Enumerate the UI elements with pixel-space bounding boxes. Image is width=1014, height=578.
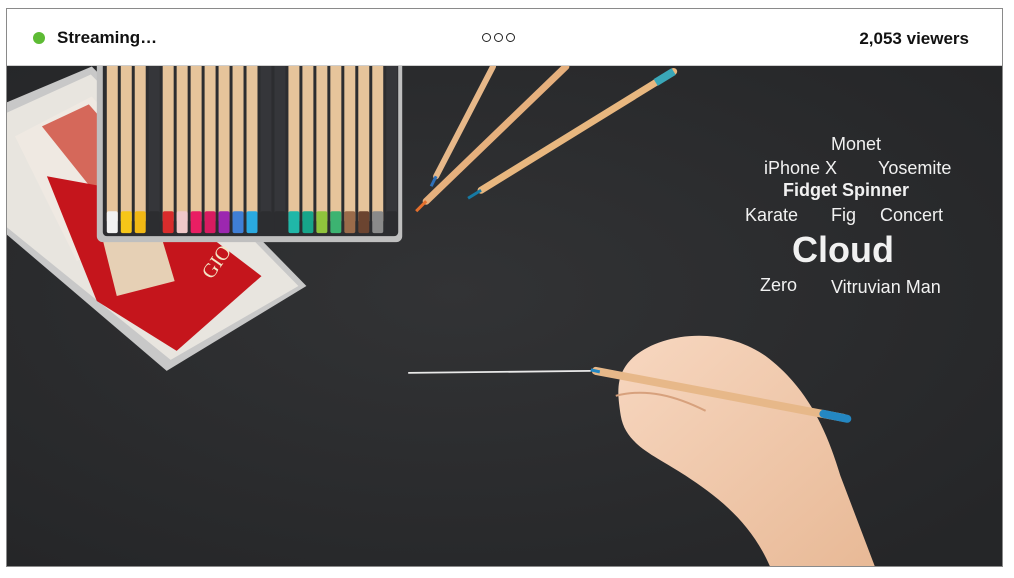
- viewer-count: 2,053 viewers: [859, 29, 969, 48]
- pencil-body: [358, 66, 370, 222]
- pencil-cap: [344, 211, 356, 234]
- pencil-cap: [260, 211, 272, 234]
- pencil-body: [218, 66, 230, 222]
- pencil-body: [162, 66, 174, 222]
- pencil-body: [316, 66, 328, 222]
- pencil-body: [344, 66, 356, 222]
- pencil-body: [134, 66, 146, 222]
- pencil-cap: [386, 211, 398, 234]
- pencil-cap: [134, 211, 146, 234]
- pencil-cap: [274, 211, 286, 234]
- pencil-cap: [162, 211, 174, 234]
- pencil-body: [302, 66, 314, 222]
- pencil-body: [106, 66, 118, 222]
- stream-header: Streaming… 2,053 viewers: [7, 9, 1002, 66]
- pencil-body: [288, 66, 300, 222]
- pencil-cap: [190, 211, 202, 234]
- pencil-cap: [106, 211, 118, 234]
- pencil-cap: [246, 211, 258, 234]
- dot-icon: [482, 33, 491, 42]
- dot-icon: [506, 33, 515, 42]
- pencil-body: [372, 66, 384, 222]
- pencil-body: [148, 66, 160, 222]
- drawing-scene-image: GIO: [7, 66, 1002, 566]
- pencil-cap: [176, 211, 188, 234]
- pencil-cap: [120, 211, 132, 234]
- pencil-cap: [204, 211, 216, 234]
- status-label: Streaming…: [57, 28, 158, 47]
- pencil-cap: [358, 211, 370, 234]
- pencil-body: [232, 66, 244, 222]
- live-status-icon: [33, 32, 45, 44]
- pencil-body: [176, 66, 188, 222]
- pencil-box-image: [96, 66, 403, 243]
- pencil-cap: [232, 211, 244, 234]
- pencil-body: [246, 66, 258, 222]
- pencil-body: [120, 66, 132, 222]
- pencil-cap: [316, 211, 328, 234]
- stream-window: Streaming… 2,053 viewers GIO Monet iPhon…: [6, 8, 1003, 567]
- pencil-cap: [302, 211, 314, 234]
- video-stage: GIO Monet iPhone X Yosemite Fidget Spinn…: [7, 66, 1002, 566]
- dot-icon: [494, 33, 503, 42]
- pencil-cap: [288, 211, 300, 234]
- pencil-body: [386, 66, 398, 222]
- pencil-cap: [372, 211, 384, 234]
- pencil-cap: [218, 211, 230, 234]
- pencil-body: [260, 66, 272, 222]
- stream-status: Streaming…: [33, 28, 157, 48]
- pencil-body: [330, 66, 342, 222]
- pencil-body: [204, 66, 216, 222]
- pencil-body: [190, 66, 202, 222]
- pencil-cap: [330, 211, 342, 234]
- pencil-body: [274, 66, 286, 222]
- more-dots-icon[interactable]: [482, 33, 515, 42]
- pencil-cap: [148, 211, 160, 234]
